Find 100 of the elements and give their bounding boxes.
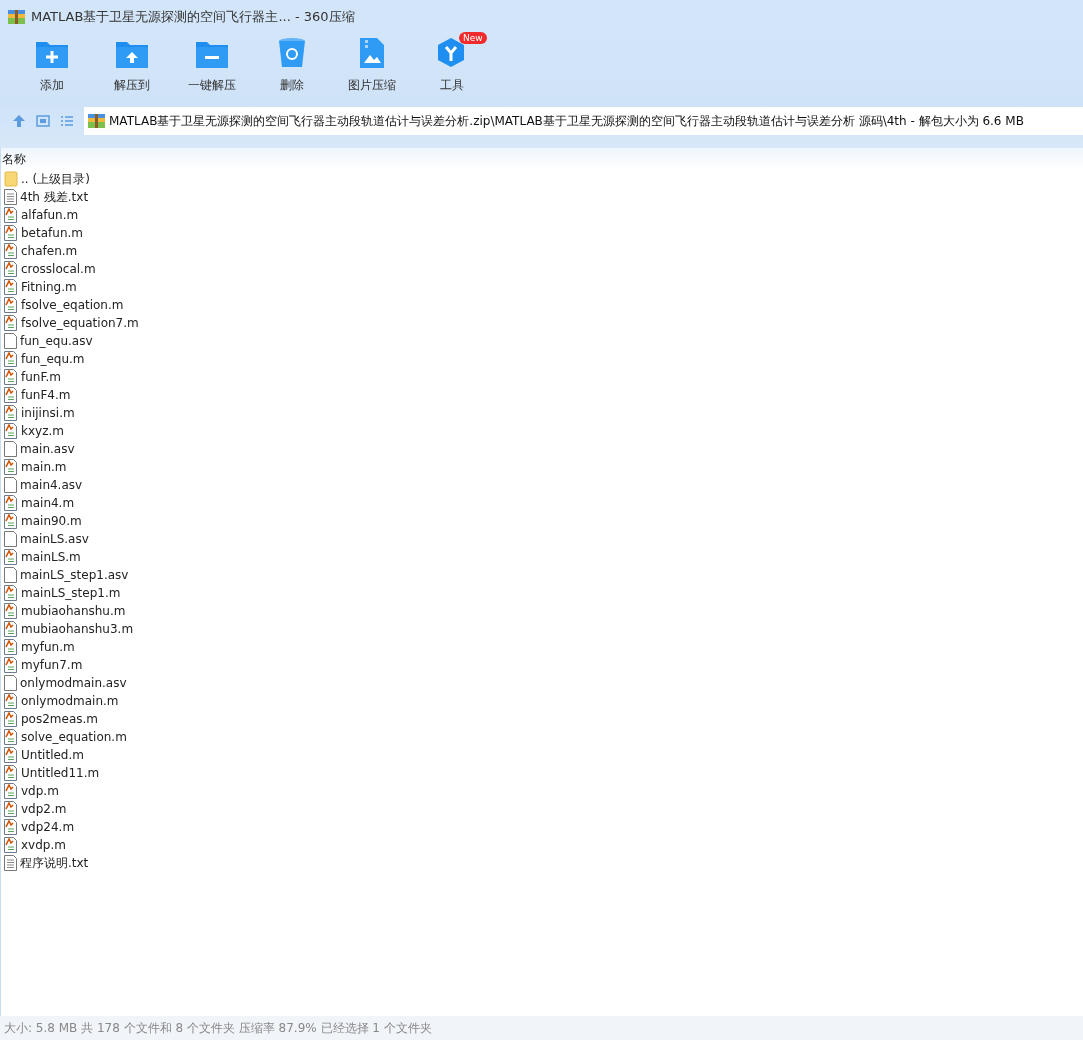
address-field[interactable]: MATLAB基于卫星无源探测的空间飞行器主动段轨道估计与误差分析.zip\MATLAB基于卫星无源探测的空间飞行器主动段轨道估计与误差分析 源码\4th - 解包大小为 6.6 MB (84, 107, 1083, 135)
file-name[interactable]: kxyz.m (21, 424, 64, 438)
text-file-icon (4, 189, 17, 205)
file-name[interactable]: mubiaohanshu.m (21, 604, 126, 618)
column-header[interactable]: 名称 (2, 150, 26, 168)
blank-file-icon (4, 333, 17, 349)
matlab-file-icon (4, 783, 18, 799)
matlab-file-icon (4, 351, 18, 367)
file-name[interactable]: pos2meas.m (21, 712, 99, 726)
toolbar-button[interactable]: 删除 (252, 34, 332, 104)
matlab-file-icon (4, 549, 18, 565)
file-name[interactable]: onlymodmain.asv (20, 676, 127, 690)
list-view-icon[interactable] (60, 115, 74, 127)
matlab-file-icon (4, 639, 18, 655)
matlab-file-icon (4, 837, 18, 853)
toolbar-button[interactable]: 解压到 (92, 34, 172, 104)
matlab-file-icon (4, 801, 18, 817)
file-name[interactable]: main4.asv (20, 478, 83, 492)
file-name[interactable]: vdp2.m (21, 802, 67, 816)
image-file-icon (359, 37, 385, 69)
archive-icon (88, 113, 105, 129)
matlab-file-icon (4, 513, 18, 529)
toolbar-button[interactable]: 添加 (12, 34, 92, 104)
matlab-file-icon (4, 243, 18, 259)
blank-file-icon (4, 531, 17, 547)
matlab-file-icon (4, 603, 18, 619)
matlab-file-icon (4, 765, 18, 781)
file-name[interactable]: vdp24.m (21, 820, 75, 834)
file-name[interactable]: fsolve_eqation.m (21, 298, 124, 312)
folder-upload-icon (115, 39, 149, 69)
folder-icon (4, 171, 18, 187)
matlab-file-icon (4, 405, 18, 421)
folder-plus-icon (35, 39, 69, 69)
window-title: MATLAB基于卫星无源探测的空间飞行器主... - 360压缩 (31, 8, 355, 26)
file-name[interactable]: mainLS_step1.asv (20, 568, 129, 582)
file-name[interactable]: inijinsi.m (21, 406, 75, 420)
file-name[interactable]: crosslocal.m (21, 262, 96, 276)
matlab-file-icon (4, 423, 18, 439)
matlab-file-icon (4, 657, 18, 673)
file-name[interactable]: Untitled.m (21, 748, 84, 762)
file-name[interactable]: myfun7.m (21, 658, 83, 672)
file-name[interactable]: 程序说明.txt (20, 854, 89, 872)
archive-icon (8, 9, 25, 25)
matlab-file-icon (4, 207, 18, 223)
file-name[interactable]: Fitning.m (21, 280, 77, 294)
text-file-icon (4, 855, 17, 871)
folder-minus-icon (195, 39, 229, 69)
path-text: MATLAB基于卫星无源探测的空间飞行器主动段轨道估计与误差分析.zip\MATLAB基于卫星无源探测的空间飞行器主动段轨道估计与误差分析 源码\4th - 解包大小为 6.6 MB (109, 112, 1024, 130)
matlab-file-icon (4, 459, 18, 475)
file-name[interactable]: fun_equ.asv (20, 334, 93, 348)
file-name[interactable]: solve_equation.m (21, 730, 127, 744)
file-name[interactable]: fun_equ.m (21, 352, 85, 366)
blank-file-icon (4, 477, 17, 493)
trash-icon (277, 37, 307, 69)
file-name[interactable]: xvdp.m (21, 838, 66, 852)
new-badge: New (459, 32, 487, 44)
toolbar-button[interactable]: 图片压缩 (332, 34, 412, 104)
matlab-file-icon (4, 585, 18, 601)
matlab-file-icon (4, 225, 18, 241)
status-text: 大小: 5.8 MB 共 178 个文件和 8 个文件夹 压缩率 87.9% 已经选择 1 个文件夹 (4, 1019, 432, 1037)
matlab-file-icon (4, 279, 18, 295)
file-name[interactable]: 4th 残差.txt (20, 188, 89, 206)
file-name[interactable]: myfun.m (21, 640, 75, 654)
file-name[interactable]: main90.m (21, 514, 82, 528)
blank-file-icon (4, 675, 17, 691)
file-name[interactable]: .. (上级目录) (21, 170, 90, 188)
file-name[interactable]: mubiaohanshu3.m (21, 622, 134, 636)
file-name[interactable]: mainLS.asv (20, 532, 89, 546)
blank-file-icon (4, 567, 17, 583)
up-arrow-icon[interactable] (12, 114, 26, 128)
matlab-file-icon (4, 711, 18, 727)
matlab-file-icon (4, 819, 18, 835)
toolbar-button[interactable]: New 工具 (412, 34, 492, 104)
thumbnail-view-icon[interactable] (36, 115, 50, 127)
matlab-file-icon (4, 387, 18, 403)
file-name[interactable]: betafun.m (21, 226, 83, 240)
file-name[interactable]: main.m (21, 460, 67, 474)
toolbar-button[interactable]: 一键解压 (172, 34, 252, 104)
matlab-file-icon (4, 261, 18, 277)
blank-file-icon (4, 441, 17, 457)
file-name[interactable]: funF.m (21, 370, 61, 384)
matlab-file-icon (4, 297, 18, 313)
matlab-file-icon (4, 621, 18, 637)
file-name[interactable]: fsolve_equation7.m (21, 316, 139, 330)
matlab-file-icon (4, 315, 18, 331)
file-name[interactable]: chafen.m (21, 244, 78, 258)
file-name[interactable]: main.asv (20, 442, 75, 456)
file-name[interactable]: mainLS_step1.m (21, 586, 121, 600)
file-name[interactable]: vdp.m (21, 784, 59, 798)
matlab-file-icon (4, 693, 18, 709)
file-name[interactable]: funF4.m (21, 388, 71, 402)
matlab-file-icon (4, 369, 18, 385)
matlab-file-icon (4, 495, 18, 511)
file-name[interactable]: alfafun.m (21, 208, 79, 222)
file-name[interactable]: Untitled11.m (21, 766, 100, 780)
matlab-file-icon (4, 747, 18, 763)
file-name[interactable]: mainLS.m (21, 550, 81, 564)
file-name[interactable]: onlymodmain.m (21, 694, 119, 708)
file-name[interactable]: main4.m (21, 496, 75, 510)
matlab-file-icon (4, 729, 18, 745)
